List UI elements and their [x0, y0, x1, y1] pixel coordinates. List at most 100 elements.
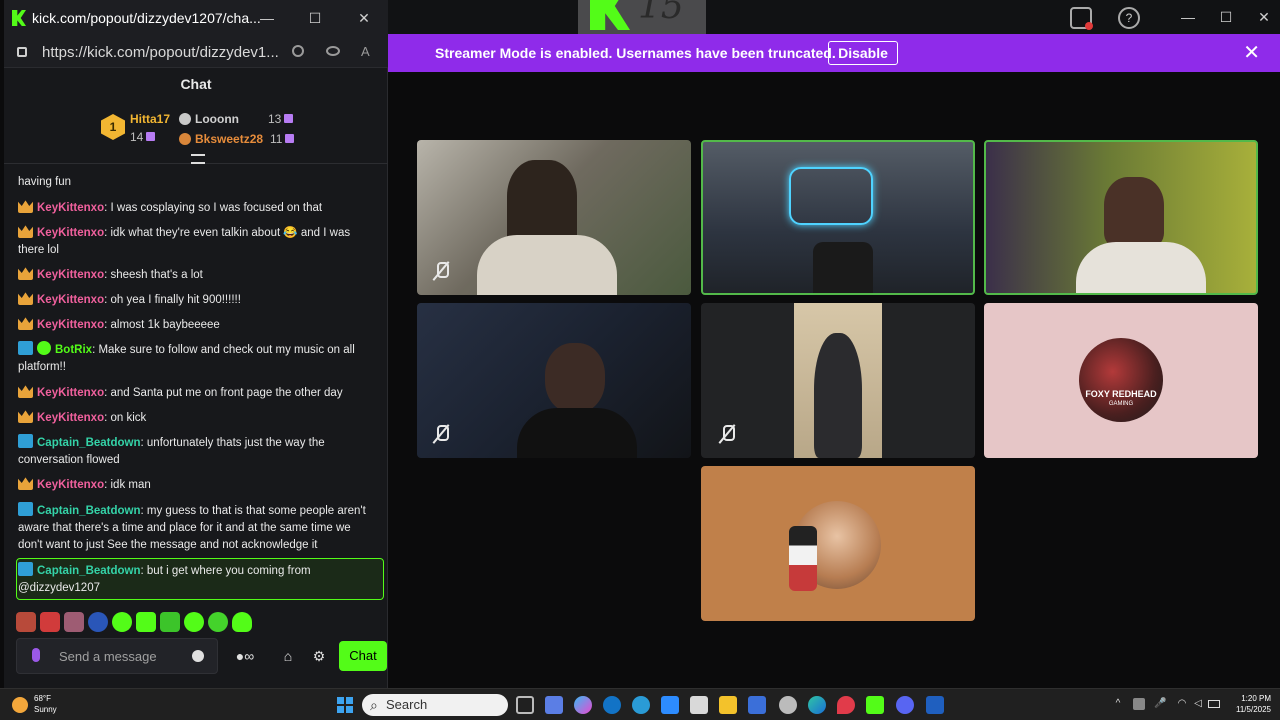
banner-text: Streamer Mode is enabled. Usernames have…	[435, 45, 836, 61]
chat-message[interactable]: Captain_Beatdown: unfortunately thats ju…	[18, 434, 374, 469]
tray-app-icon[interactable]	[1133, 698, 1145, 710]
close-icon[interactable]: ✕	[1243, 43, 1260, 63]
help-icon[interactable]: ?	[1118, 7, 1140, 29]
chat-username[interactable]: KeyKittenxo	[37, 479, 104, 491]
emoji-icon[interactable]	[192, 650, 204, 662]
microphone-icon[interactable]: 🎤	[1154, 698, 1166, 710]
maps-icon[interactable]	[837, 696, 855, 714]
read-aloud-icon[interactable]: A	[361, 44, 370, 59]
copilot-icon[interactable]	[574, 696, 592, 714]
emote-icon[interactable]	[184, 612, 204, 632]
chat-message[interactable]: having fun	[18, 174, 374, 191]
weather-condition[interactable]: Sunny	[34, 705, 57, 714]
weather-icon[interactable]	[12, 697, 28, 713]
video-tile-2[interactable]	[701, 140, 975, 295]
collapse-chevron-icon[interactable]	[191, 154, 205, 164]
chat-message[interactable]: BotRix: Make sure to follow and check ou…	[18, 341, 374, 376]
kick-points-icon[interactable]: ●∞	[230, 648, 260, 664]
settings-gear-icon[interactable]: ⚙	[311, 648, 327, 664]
chat-message[interactable]: KeyKittenxo: and Santa put me on front p…	[18, 384, 374, 402]
zoom-app-icon[interactable]	[661, 696, 679, 714]
chat-username[interactable]: KeyKittenxo	[37, 412, 104, 424]
disable-button[interactable]: Disable	[828, 41, 898, 65]
chat-message[interactable]: Captain_Beatdown: my guess to that is th…	[18, 502, 374, 554]
store-icon[interactable]: ⌂	[280, 648, 296, 664]
task-view-icon[interactable]	[516, 696, 534, 714]
show-hidden-icons-chevron-icon[interactable]: ^	[1112, 698, 1124, 710]
hp-icon[interactable]	[603, 696, 621, 714]
video-tile-7[interactable]	[701, 466, 975, 621]
kick-app-icon[interactable]	[866, 696, 884, 714]
chat-username[interactable]: KeyKittenxo	[37, 227, 104, 239]
volume-icon[interactable]: ◁	[1192, 698, 1204, 710]
emote-icon[interactable]	[64, 612, 84, 632]
participant-silhouette	[1104, 177, 1164, 247]
chat-username[interactable]: KeyKittenxo	[37, 269, 104, 281]
url-bar[interactable]: https://kick.com/popout/dizzydev1... A	[4, 36, 388, 68]
emote-icon[interactable]	[88, 612, 108, 632]
chat-message-list[interactable]: having fun KeyKittenxo: I was cosplaying …	[4, 166, 384, 602]
taskbar-search[interactable]: Search	[362, 694, 508, 716]
edge-icon[interactable]	[808, 696, 826, 714]
chat-username[interactable]: Captain_Beatdown	[37, 565, 141, 577]
chat-message[interactable]: KeyKittenxo: almost 1k baybeeeee	[18, 316, 374, 334]
chat-username[interactable]: KeyKittenxo	[37, 319, 104, 331]
chat-username[interactable]: BotRix	[55, 344, 92, 356]
video-tile-1[interactable]	[417, 140, 691, 295]
tracking-prevention-icon[interactable]	[326, 46, 340, 56]
emote-icon[interactable]	[208, 612, 228, 632]
moderator-badge-icon	[18, 434, 33, 448]
emote-icon[interactable]	[136, 612, 156, 632]
emote-icon[interactable]	[16, 612, 36, 632]
app-icon[interactable]	[748, 696, 766, 714]
chat-message[interactable]: Captain_Beatdown: but i get where you co…	[18, 562, 374, 597]
chat-message[interactable]: KeyKittenxo: on kick	[18, 409, 374, 427]
participant-body	[517, 408, 637, 458]
weather-temperature[interactable]: 68°F	[34, 694, 51, 703]
record-icon[interactable]	[1070, 7, 1093, 30]
url-text[interactable]: https://kick.com/popout/dizzydev1...	[42, 44, 279, 61]
chat-username[interactable]: Captain_Beatdown	[37, 437, 141, 449]
send-chat-button[interactable]: Chat	[339, 641, 387, 671]
start-windows-icon[interactable]	[337, 697, 353, 713]
chat-message[interactable]: KeyKittenxo: idk what they're even talki…	[18, 224, 374, 259]
emote-icon[interactable]	[112, 612, 132, 632]
app-icon[interactable]	[779, 696, 797, 714]
clock-time[interactable]: 1:20 PM	[1237, 694, 1271, 703]
wifi-icon[interactable]: ◠	[1176, 698, 1188, 710]
zoom-icon[interactable]	[292, 45, 304, 57]
file-explorer-icon[interactable]	[719, 696, 737, 714]
chat-close-button[interactable]: ✕	[352, 9, 376, 27]
store-app-icon[interactable]	[690, 696, 708, 714]
maximize-button[interactable]: ☐	[1214, 8, 1238, 26]
battery-icon[interactable]	[1208, 700, 1220, 708]
chat-username[interactable]: KeyKittenxo	[37, 202, 104, 214]
emote-icon[interactable]	[232, 612, 252, 632]
discord-icon[interactable]	[896, 696, 914, 714]
chat-maximize-button[interactable]: ☐	[303, 9, 327, 27]
mic-icon[interactable]	[32, 648, 40, 662]
app-icon[interactable]	[545, 696, 563, 714]
chat-message[interactable]: KeyKittenxo: sheesh that's a lot	[18, 266, 374, 284]
emote-icon[interactable]	[160, 612, 180, 632]
chat-username[interactable]: KeyKittenxo	[37, 294, 104, 306]
app-title-bar: 15 ? — ☐ ✕	[388, 0, 1280, 34]
close-button[interactable]: ✕	[1252, 8, 1276, 26]
app-icon[interactable]	[632, 696, 650, 714]
chat-message[interactable]: KeyKittenxo: oh yea I finally hit 900!!!…	[18, 291, 374, 309]
chat-message[interactable]: KeyKittenxo: I was cosplaying so I was f…	[18, 199, 374, 217]
clock-date[interactable]: 11/5/2025	[1227, 705, 1271, 714]
app-icon[interactable]	[926, 696, 944, 714]
video-tile-5[interactable]	[701, 303, 975, 458]
video-tile-4[interactable]	[417, 303, 691, 458]
chat-message[interactable]: KeyKittenxo: idk man	[18, 476, 374, 494]
chat-username[interactable]: KeyKittenxo	[37, 387, 104, 399]
video-tile-6[interactable]: FOXY REDHEAD GAMING	[984, 303, 1258, 458]
video-tile-3[interactable]	[984, 140, 1258, 295]
chat-username[interactable]: Captain_Beatdown	[37, 505, 141, 517]
minimize-button[interactable]: —	[1176, 8, 1200, 26]
message-input[interactable]	[16, 638, 218, 674]
emote-icon[interactable]	[40, 612, 60, 632]
chat-minimize-button[interactable]: —	[255, 9, 279, 27]
muted-mic-icon	[717, 424, 737, 444]
